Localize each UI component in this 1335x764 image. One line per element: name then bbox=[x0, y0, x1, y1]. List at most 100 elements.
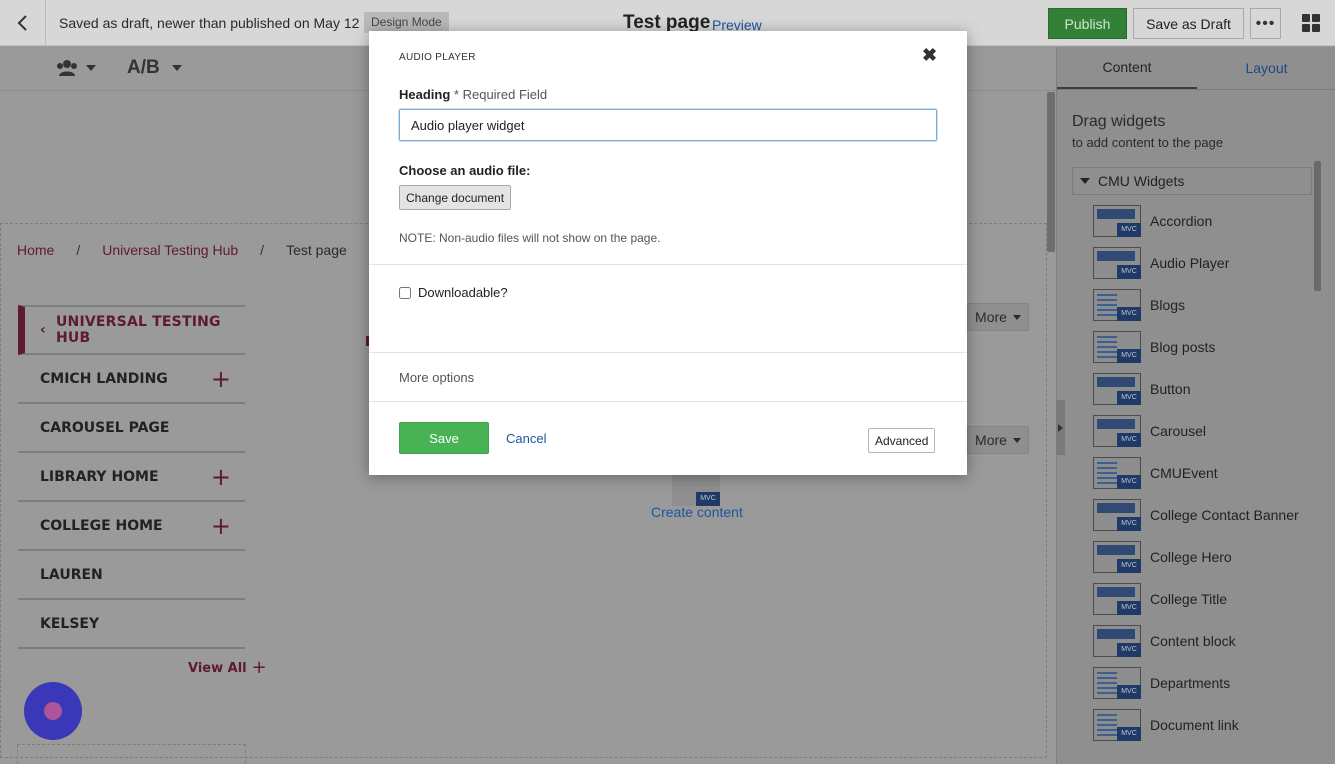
chat-launcher-icon[interactable] bbox=[24, 682, 82, 740]
widget-label: Blog posts bbox=[1150, 339, 1216, 355]
downloadable-checkbox[interactable] bbox=[399, 286, 411, 299]
widget-more-button[interactable]: More bbox=[967, 303, 1029, 331]
mvc-badge: MVC bbox=[1117, 643, 1141, 657]
widget-item[interactable]: MVC College Contact Banner bbox=[1093, 494, 1313, 536]
save-button[interactable]: Save bbox=[399, 422, 489, 454]
chevron-down-icon bbox=[171, 65, 182, 71]
widget-item[interactable]: MVC Blog posts bbox=[1093, 326, 1313, 368]
choose-file-label: Choose an audio file: bbox=[399, 163, 531, 178]
widget-label: Content block bbox=[1150, 633, 1236, 649]
cancel-button[interactable]: Cancel bbox=[506, 431, 546, 446]
widget-panel: Content Layout Drag widgets to add conte… bbox=[1056, 47, 1335, 764]
breadcrumb-hub[interactable]: Universal Testing Hub bbox=[102, 242, 238, 258]
breadcrumb-home[interactable]: Home bbox=[17, 242, 54, 258]
mvc-widget-icon: MVC bbox=[1093, 457, 1141, 489]
publish-button[interactable]: Publish bbox=[1048, 8, 1127, 39]
view-all-link[interactable]: View All + bbox=[188, 659, 267, 677]
chevron-down-icon bbox=[1012, 437, 1021, 443]
apps-grid-icon[interactable] bbox=[1302, 14, 1320, 32]
nav-item-label: COLLEGE HOME bbox=[40, 517, 163, 534]
mvc-badge: MVC bbox=[1117, 685, 1141, 699]
plus-icon[interactable]: + bbox=[211, 367, 231, 391]
view-all-label: View All bbox=[188, 660, 247, 676]
widget-item[interactable]: MVC Content block bbox=[1093, 620, 1313, 662]
widget-label: Audio Player bbox=[1150, 255, 1230, 271]
more-label: More bbox=[975, 432, 1007, 448]
widget-item[interactable]: MVC CMUEvent bbox=[1093, 452, 1313, 494]
plus-icon[interactable]: + bbox=[211, 514, 231, 538]
widget-item[interactable]: MVC Blogs bbox=[1093, 284, 1313, 326]
save-as-draft-button[interactable]: Save as Draft bbox=[1133, 8, 1244, 39]
widget-label: College Hero bbox=[1150, 549, 1232, 565]
mvc-widget-icon: MVC bbox=[1093, 499, 1141, 531]
chevron-left-icon: ‹ bbox=[40, 322, 46, 338]
nav-item[interactable]: LAUREN bbox=[18, 551, 245, 600]
section-nav: ‹ UNIVERSAL TESTING HUB CMICH LANDING + … bbox=[18, 305, 245, 649]
mvc-badge: MVC bbox=[1117, 559, 1141, 573]
persona-selector[interactable] bbox=[56, 59, 96, 77]
users-icon bbox=[57, 60, 77, 76]
tab-layout[interactable]: Layout bbox=[1197, 47, 1335, 89]
chevron-left-icon bbox=[17, 15, 27, 31]
widget-item[interactable]: MVC Document link bbox=[1093, 704, 1313, 746]
widget-more-button[interactable]: More bbox=[967, 426, 1029, 454]
required-note: * Required Field bbox=[453, 87, 548, 102]
widget-item[interactable]: MVC Departments bbox=[1093, 662, 1313, 704]
nav-item[interactable]: CMICH LANDING + bbox=[18, 355, 245, 404]
mvc-badge: MVC bbox=[1117, 433, 1141, 447]
ab-label: A/B bbox=[127, 57, 160, 78]
mvc-badge: MVC bbox=[1117, 223, 1141, 237]
nav-item-label: KELSEY bbox=[40, 615, 100, 632]
divider bbox=[369, 352, 967, 353]
nav-item[interactable]: COLLEGE HOME + bbox=[18, 502, 245, 551]
widget-label: Button bbox=[1150, 381, 1191, 397]
panel-scrollbar[interactable] bbox=[1314, 161, 1321, 291]
panel-subtitle: to add content to the page bbox=[1072, 135, 1224, 150]
mvc-widget-icon: MVC bbox=[672, 474, 720, 506]
widget-item[interactable]: MVC Accordion bbox=[1093, 200, 1313, 242]
audio-player-dialog: AUDIO PLAYER ✖ Heading * Required Field … bbox=[369, 31, 967, 475]
more-actions-button[interactable]: ••• bbox=[1250, 8, 1281, 39]
change-document-button[interactable]: Change document bbox=[399, 185, 512, 210]
nav-item[interactable]: KELSEY bbox=[18, 600, 245, 649]
plus-icon[interactable]: + bbox=[211, 465, 231, 489]
nav-item-label: CAROUSEL PAGE bbox=[40, 419, 170, 436]
breadcrumb: Home / Universal Testing Hub / Test page bbox=[17, 242, 347, 258]
widget-label: College Title bbox=[1150, 591, 1228, 607]
nav-parent-link[interactable]: ‹ UNIVERSAL TESTING HUB bbox=[18, 305, 245, 355]
widget-item[interactable]: MVC Carousel bbox=[1093, 410, 1313, 452]
create-content-link[interactable]: Create content bbox=[651, 504, 743, 520]
widget-item[interactable]: MVC Button bbox=[1093, 368, 1313, 410]
widget-label: Accordion bbox=[1150, 213, 1213, 229]
tab-content[interactable]: Content bbox=[1057, 47, 1197, 89]
canvas-scrollbar[interactable] bbox=[1047, 92, 1055, 252]
more-options-toggle[interactable]: More options bbox=[399, 370, 474, 385]
advanced-button[interactable]: Advanced bbox=[868, 428, 936, 453]
plus-icon: + bbox=[251, 657, 267, 678]
widget-group-label: CMU Widgets bbox=[1098, 173, 1185, 189]
divider bbox=[369, 401, 967, 402]
mvc-badge: MVC bbox=[1117, 475, 1141, 489]
mvc-widget-icon: MVC bbox=[1093, 247, 1141, 279]
widget-item[interactable]: MVC Audio Player bbox=[1093, 242, 1313, 284]
mvc-widget-icon: MVC bbox=[1093, 373, 1141, 405]
mvc-widget-icon: MVC bbox=[1093, 625, 1141, 657]
heading-input[interactable] bbox=[399, 109, 937, 141]
back-button[interactable] bbox=[0, 0, 46, 46]
widget-item[interactable]: MVC College Title bbox=[1093, 578, 1313, 620]
mvc-badge: MVC bbox=[1117, 601, 1141, 615]
chevron-down-icon bbox=[86, 65, 96, 71]
widget-label: Carousel bbox=[1150, 423, 1207, 439]
nav-item[interactable]: LIBRARY HOME + bbox=[18, 453, 245, 502]
ab-test-selector[interactable]: A/B bbox=[127, 57, 182, 79]
close-icon[interactable]: ✖ bbox=[922, 45, 937, 66]
downloadable-option[interactable]: Downloadable? bbox=[399, 285, 508, 300]
nav-item-label: CMICH LANDING bbox=[40, 370, 168, 387]
breadcrumb-separator: / bbox=[76, 242, 81, 258]
panel-collapse-handle[interactable] bbox=[1056, 400, 1065, 455]
widget-group-toggle[interactable]: CMU Widgets bbox=[1072, 167, 1312, 195]
divider bbox=[369, 264, 967, 265]
widget-item[interactable]: MVC College Hero bbox=[1093, 536, 1313, 578]
tabs-divider bbox=[1057, 89, 1335, 90]
nav-item[interactable]: CAROUSEL PAGE bbox=[18, 404, 245, 453]
